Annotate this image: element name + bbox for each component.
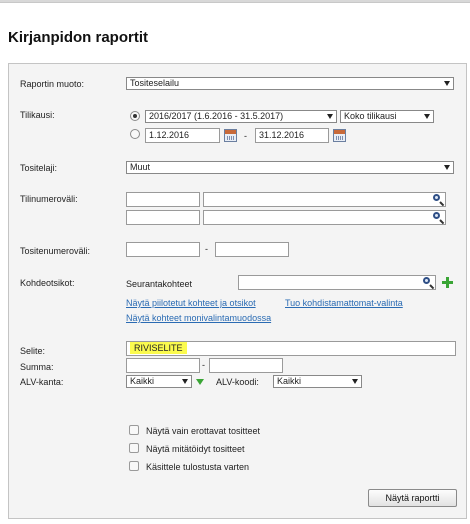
only-diff-checkbox[interactable] xyxy=(129,425,139,435)
voucher-type-value: Muut xyxy=(130,162,151,172)
only-diff-label: Näytä vain erottavat tositteet xyxy=(146,426,261,436)
date-separator: - xyxy=(244,131,247,141)
report-type-select[interactable]: Tositeselailu xyxy=(126,77,454,90)
description-value: RIVISELITE xyxy=(130,342,187,354)
sum-label: Summa: xyxy=(20,362,54,372)
tracking-label: Seurantakohteet xyxy=(126,279,193,289)
chevron-down-icon xyxy=(444,81,450,86)
account-from-name-input[interactable] xyxy=(203,192,446,207)
voucher-type-select[interactable]: Muut xyxy=(126,161,454,174)
show-voided-checkbox[interactable] xyxy=(129,443,139,453)
account-to-number-input[interactable] xyxy=(126,210,200,225)
chevron-down-icon xyxy=(352,379,358,384)
description-input[interactable]: RIVISELITE xyxy=(126,341,456,356)
chevron-down-icon xyxy=(327,114,333,119)
voucher-type-label: Tositelaji: xyxy=(20,163,58,173)
dimensions-label: Kohdeotsikot: xyxy=(20,278,75,288)
report-form-panel: Raportin muoto: Tositeselailu Tilikausi:… xyxy=(8,63,467,519)
page-title: Kirjanpidon raportit xyxy=(8,29,148,46)
print-mode-label: Käsittele tulostusta varten xyxy=(146,462,250,472)
radio-date-range[interactable] xyxy=(130,129,140,139)
chevron-down-icon xyxy=(444,165,450,170)
calendar-icon[interactable] xyxy=(224,129,237,142)
radio-fiscal-year[interactable] xyxy=(130,111,140,121)
chevron-down-icon xyxy=(424,114,430,119)
date-to-input[interactable]: 31.12.2016 xyxy=(255,128,329,143)
top-border xyxy=(0,0,470,3)
search-icon[interactable] xyxy=(432,193,446,207)
date-from-input[interactable]: 1.12.2016 xyxy=(145,128,220,143)
vat-code-value: Kaikki xyxy=(277,376,302,386)
print-mode-checkbox[interactable] xyxy=(129,461,139,471)
search-icon[interactable] xyxy=(432,211,446,225)
sum-separator: - xyxy=(202,360,205,370)
period-label: Tilikausi: xyxy=(20,110,55,120)
sum-to-input[interactable] xyxy=(209,358,283,373)
voucher-number-separator: - xyxy=(205,244,208,254)
account-from-number-input[interactable] xyxy=(126,192,200,207)
search-icon[interactable] xyxy=(422,276,436,290)
account-range-label: Tilinumeroväli: xyxy=(20,194,78,204)
vat-code-label: ALV-koodi: xyxy=(216,377,259,387)
vat-rate-select[interactable]: Kaikki xyxy=(126,375,192,388)
vat-rate-value: Kaikki xyxy=(130,376,155,386)
add-icon[interactable] xyxy=(442,277,453,288)
voucher-number-range-label: Tositenumeroväli: xyxy=(20,246,91,256)
vat-code-select[interactable]: Kaikki xyxy=(273,375,362,388)
fiscal-year-value: 2016/2017 (1.6.2016 - 31.5.2017) xyxy=(149,111,284,121)
description-label: Selite: xyxy=(20,346,46,356)
voucher-number-to-input[interactable] xyxy=(215,242,289,257)
show-hidden-link[interactable]: Näytä piilotetut kohteet ja otsikot xyxy=(126,298,256,308)
chevron-down-icon xyxy=(182,379,188,384)
expand-triangle-icon[interactable] xyxy=(196,379,204,385)
report-type-value: Tositeselailu xyxy=(130,78,180,88)
report-type-label: Raportin muoto: xyxy=(20,79,85,89)
account-to-name-input[interactable] xyxy=(203,210,446,225)
show-report-button[interactable]: Näytä raportti xyxy=(368,489,457,507)
show-voided-label: Näytä mitätöidyt tositteet xyxy=(146,444,245,454)
period-scope-value: Koko tilikausi xyxy=(344,111,397,121)
unallocated-link[interactable]: Tuo kohdistamattomat-valinta xyxy=(285,298,403,308)
sum-from-input[interactable] xyxy=(126,358,200,373)
tracking-input[interactable] xyxy=(238,275,436,290)
vat-rate-label: ALV-kanta: xyxy=(20,377,64,387)
multiselect-link[interactable]: Näytä kohteet monivalintamuodossa xyxy=(126,313,271,323)
voucher-number-from-input[interactable] xyxy=(126,242,200,257)
fiscal-year-select[interactable]: 2016/2017 (1.6.2016 - 31.5.2017) xyxy=(145,110,337,123)
period-scope-select[interactable]: Koko tilikausi xyxy=(340,110,434,123)
calendar-icon[interactable] xyxy=(333,129,346,142)
